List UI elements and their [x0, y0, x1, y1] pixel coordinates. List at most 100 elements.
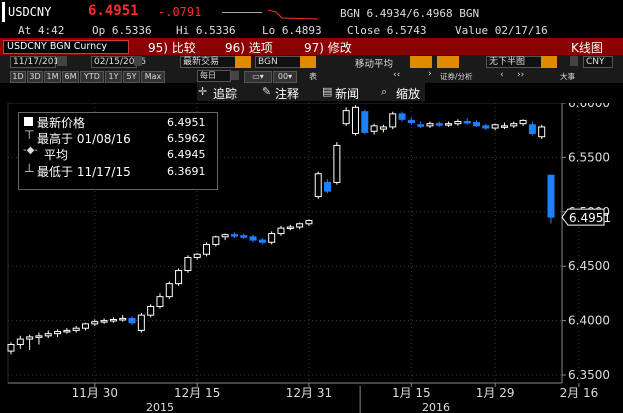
period-1d[interactable]: 1D [10, 71, 26, 83]
chart-type-label[interactable]: K线图 [571, 39, 603, 56]
x-tick-label: 1月 15 [392, 386, 431, 400]
sparkline [268, 9, 318, 20]
period-6m[interactable]: 6M [62, 71, 79, 83]
candle-body [342, 110, 350, 125]
low-price: Lo 6.4893 [262, 24, 322, 37]
news-button[interactable]: 新闻 [335, 85, 359, 102]
sparkline-gray [222, 12, 262, 13]
candle-body [81, 323, 89, 329]
lower-chart-dropdown[interactable] [541, 56, 557, 68]
calendar-icon[interactable] [134, 56, 142, 66]
annotate-button[interactable]: 注释 [275, 85, 299, 102]
period-1m[interactable]: 1M [44, 71, 61, 83]
period-ytd[interactable]: YTD [80, 71, 104, 83]
page-prev-icon[interactable]: ‹ [500, 70, 504, 80]
candle-body [193, 253, 201, 258]
date-separator [57, 56, 67, 66]
candle-body [370, 125, 378, 132]
frequency-select[interactable]: 每日 [197, 70, 231, 82]
ticker-label: USDCNY [8, 5, 52, 19]
chart-style-select[interactable]: ▭▾ [244, 71, 272, 83]
events-toggle[interactable]: 大事 [560, 71, 575, 82]
candle-body [128, 317, 136, 324]
x-tick-label: 12月 31 [286, 386, 332, 400]
candle-body [463, 120, 471, 124]
start-date-field[interactable]: 11/17/2015 [10, 56, 65, 68]
fx-analysis-link[interactable]: 证券/分析 [440, 71, 473, 82]
price-type-select[interactable]: 最新交易 [180, 56, 236, 68]
candle-body [500, 125, 508, 128]
period-3d[interactable]: 3D [27, 71, 43, 83]
page-next-icon[interactable]: ›› [517, 70, 524, 80]
price-type-dropdown[interactable] [235, 56, 251, 68]
legend-avg-value: 6.4945 [167, 148, 206, 161]
candle-body [258, 239, 266, 243]
period-5y[interactable]: 5Y [123, 71, 140, 83]
ma-swatch-1[interactable] [410, 56, 432, 68]
candle-body [54, 330, 62, 335]
candle-body [35, 335, 43, 338]
source-dropdown[interactable] [300, 56, 316, 68]
interval-select[interactable]: 00▾ [273, 71, 297, 83]
candle-body [109, 319, 117, 322]
moving-average-label[interactable]: 移动平均 [355, 56, 393, 70]
last-price-tag-label: 6.4951 [569, 211, 611, 225]
candle-body [203, 243, 211, 255]
candle-body [417, 124, 425, 127]
candle-body [100, 320, 108, 323]
x-tick-label: 1月 29 [476, 386, 515, 400]
candle-body [333, 144, 341, 183]
y-axis: 6.60006.55006.50006.45006.40006.35006.49… [561, 103, 611, 383]
candle-body [324, 181, 332, 192]
x-tick-label: 2月 16 [560, 386, 599, 400]
frequency-dropdown[interactable] [231, 71, 239, 80]
candle-body [249, 236, 257, 241]
candle-body [314, 173, 322, 198]
legend-last-value: 6.4951 [167, 116, 206, 129]
candle-body [361, 111, 369, 133]
y-tick-label: 6.6000 [568, 103, 610, 110]
scroll-right-icon[interactable]: › [428, 69, 432, 79]
candle-body [305, 220, 313, 225]
y-tick-label: 6.4000 [568, 314, 610, 328]
year-label-2016: 2016 [422, 401, 450, 413]
source-select[interactable]: BGN [255, 56, 301, 68]
y-tick-label: 6.4500 [568, 259, 610, 273]
candle-body [547, 174, 555, 218]
zoom-button[interactable]: 缩放 [396, 85, 420, 102]
x-tick-label: 12月 15 [174, 386, 220, 400]
candle-body [184, 256, 192, 272]
candle-body [175, 270, 183, 285]
news-icon[interactable]: ▤ [322, 85, 332, 98]
candle-body [538, 126, 546, 138]
candle-body [379, 126, 387, 130]
lower-chart-select[interactable]: 无下半图 [486, 56, 542, 68]
candle-body [528, 124, 536, 134]
ma-swatch-2[interactable] [437, 56, 459, 68]
crosshair-icon[interactable]: ✛ [198, 85, 207, 98]
at-time: At 4:42 [18, 24, 65, 37]
candle-body [119, 317, 127, 321]
currency-select[interactable]: CNY [583, 56, 613, 68]
candle-body [165, 283, 173, 298]
track-button[interactable]: 追踪 [213, 85, 237, 102]
candle-body [454, 120, 462, 125]
pencil-icon[interactable]: ✎ [262, 85, 271, 98]
edit-menu[interactable]: 97) 修改 [304, 39, 352, 56]
legend-last-label: 最新价格 [37, 116, 86, 130]
period-max[interactable]: Max [141, 71, 165, 83]
compare-menu[interactable]: 95) 比较 [148, 39, 196, 56]
scroll-left-icon[interactable]: ‹‹ [393, 70, 400, 80]
zoom-icon[interactable]: ⌕ [381, 85, 387, 99]
end-date-field[interactable]: 02/15/2016 [91, 56, 146, 68]
period-1y[interactable]: 1Y [105, 71, 122, 83]
options-menu[interactable]: 96) 选项 [225, 39, 273, 56]
price-change: -.0791 [158, 5, 202, 19]
currency-swatch[interactable] [570, 56, 578, 66]
table-toggle[interactable]: 表 [309, 71, 317, 82]
candle-body [147, 305, 155, 316]
candle-body [389, 113, 397, 128]
candle-body [473, 122, 481, 127]
candle-body [230, 234, 238, 237]
security-field[interactable]: USDCNY BGN Curncy [3, 40, 129, 54]
